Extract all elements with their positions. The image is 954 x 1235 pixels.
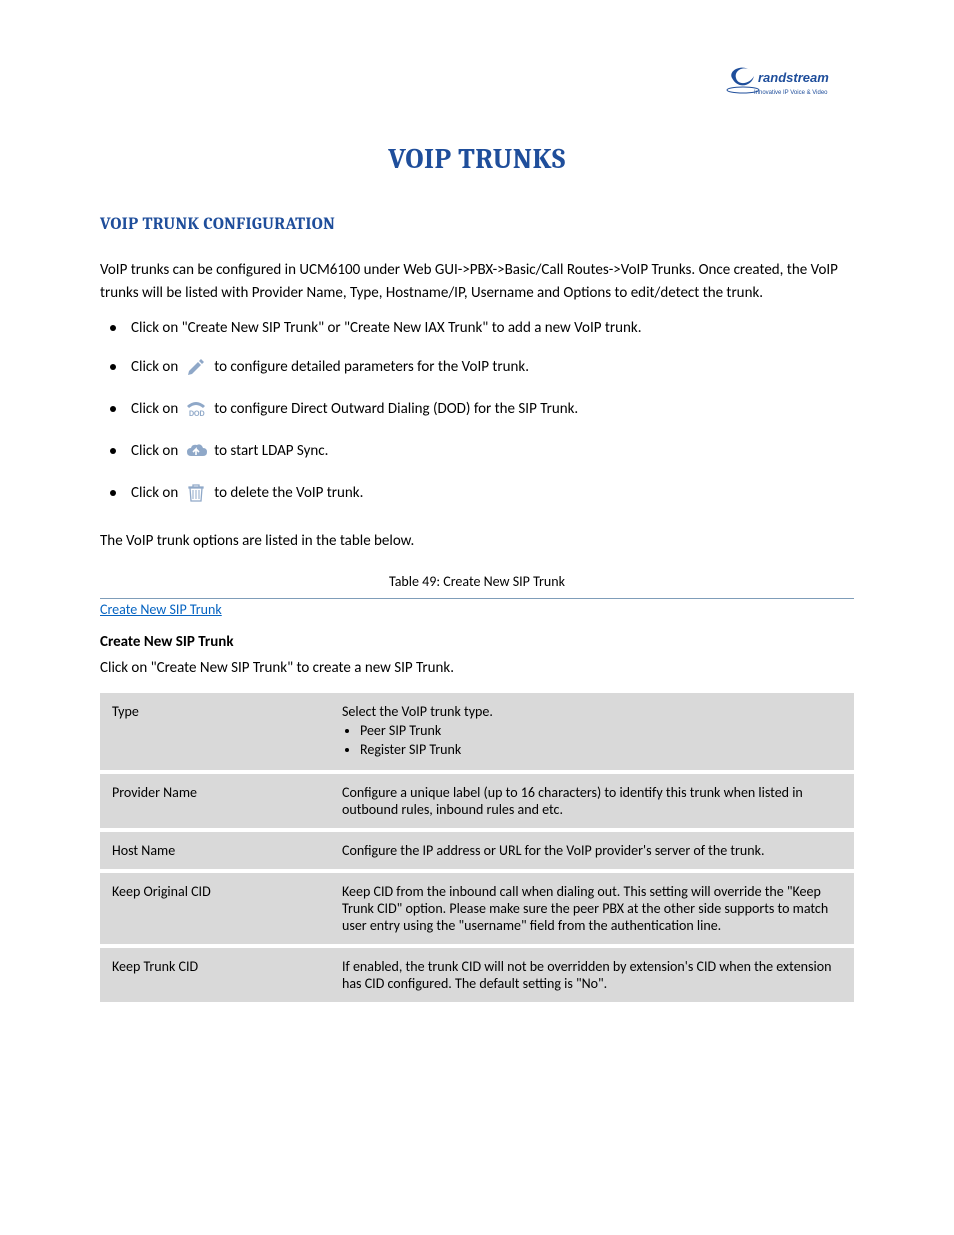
param-lead: Select the VoIP trunk type. [342,703,842,720]
action-text-before: Click on [131,400,178,418]
list-item: Click on to start LDAP Sync. [110,439,854,463]
brand-logo: randstream Innovative IP Voice & Video [100,60,854,113]
action-text-after: to configure Direct Outward Dialing (DOD… [214,400,578,418]
param-option: Peer SIP Trunk [360,722,842,739]
param-key: Provider Name [100,774,330,828]
list-item: Click on to configure detailed parameter… [110,355,854,379]
bullet-icon [110,448,116,454]
svg-text:Innovative IP Voice & Video: Innovative IP Voice & Video [754,90,828,96]
bullet-icon [110,364,116,370]
param-option: Register SIP Trunk [360,741,842,758]
list-item: Click on to delete the VoIP trunk. [110,481,854,505]
edit-icon [184,355,208,379]
list-item: Click on DOD to configure Direct Outward… [110,397,854,421]
table-row: Type Select the VoIP trunk type. Peer SI… [100,693,854,770]
subsection-desc: Click on "Create New SIP Trunk" to creat… [100,659,854,677]
param-key: Keep Original CID [100,873,330,944]
section-heading: VOIP TRUNK CONFIGURATION [100,215,854,234]
action-text-after: to configure detailed parameters for the… [214,358,529,376]
table-row: Keep Original CID Keep CID from the inbo… [100,873,854,944]
table-caption: Table 49: Create New SIP Trunk [100,573,854,590]
param-value: Keep CID from the inbound call when dial… [330,873,854,944]
action-text-after: to start LDAP Sync. [214,442,328,460]
action-text-before: Click on [131,484,178,502]
svg-text:DOD: DOD [189,409,205,418]
grandstream-logo-icon: randstream Innovative IP Voice & Video [724,60,854,108]
param-value: Configure the IP address or URL for the … [330,832,854,869]
parameter-table: Type Select the VoIP trunk type. Peer SI… [100,689,854,1006]
subsection-heading: Create New SIP Trunk [100,633,854,651]
para2: The VoIP trunk options are listed in the… [100,530,854,553]
dod-icon: DOD [184,397,208,421]
table-row: Provider Name Configure a unique label (… [100,774,854,828]
param-key: Host Name [100,832,330,869]
param-key: Keep Trunk CID [100,948,330,1002]
param-value: If enabled, the trunk CID will not be ov… [330,948,854,1002]
table-link[interactable]: Create New SIP Trunk [100,601,854,618]
cloud-sync-icon [184,439,208,463]
action-text: Click on "Create New SIP Trunk" or "Crea… [131,319,642,337]
action-text-before: Click on [131,358,178,376]
param-value: Configure a unique label (up to 16 chara… [330,774,854,828]
svg-text:randstream: randstream [758,70,829,85]
bullet-icon [110,325,116,331]
intro-paragraph: VoIP trunks can be configured in UCM6100… [100,259,854,304]
table-row: Keep Trunk CID If enabled, the trunk CID… [100,948,854,1002]
divider [100,598,854,599]
action-text-before: Click on [131,442,178,460]
table-row: Host Name Configure the IP address or UR… [100,832,854,869]
action-text-after: to delete the VoIP trunk. [214,484,363,502]
actions-list: Click on "Create New SIP Trunk" or "Crea… [110,319,854,505]
list-item: Click on "Create New SIP Trunk" or "Crea… [110,319,854,337]
bullet-icon [110,406,116,412]
param-key: Type [100,693,330,770]
trash-icon [184,481,208,505]
param-value: Select the VoIP trunk type. Peer SIP Tru… [330,693,854,770]
bullet-icon [110,490,116,496]
page-title: VOIP TRUNKS [100,143,854,175]
